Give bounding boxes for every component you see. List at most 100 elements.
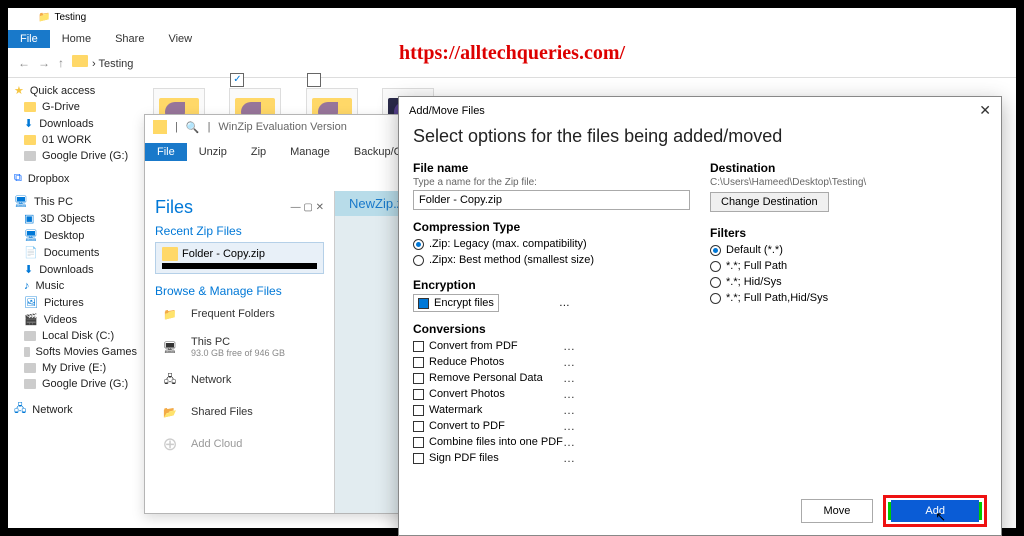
wz-tab-zip[interactable]: Zip: [239, 143, 278, 161]
download-icon: ⬇: [24, 263, 33, 276]
more-icon[interactable]: …: [563, 451, 575, 465]
close-icon[interactable]: ✕: [979, 102, 991, 119]
up-icon[interactable]: ↑: [58, 56, 64, 70]
browse-this-pc[interactable]: 🖥This PC93.0 GB free of 946 GB: [155, 330, 324, 364]
sidebar-item-softs[interactable]: Softs Movies Games: [8, 344, 143, 360]
browse-frequent-folders[interactable]: 📁Frequent Folders: [155, 298, 324, 330]
dialog-footer: Move Add↖: [801, 495, 987, 527]
pc-icon: 🖥: [157, 337, 183, 357]
browse-add-cloud[interactable]: ⊕Add Cloud: [155, 428, 324, 460]
disk-icon: [24, 331, 36, 341]
sidebar-dropbox[interactable]: ⧉Dropbox: [8, 170, 143, 187]
more-icon[interactable]: …: [563, 403, 575, 417]
radio-icon: [710, 261, 721, 272]
tab-file[interactable]: File: [8, 30, 50, 48]
more-icon[interactable]: …: [563, 419, 575, 433]
sidebar-item-google-drive2[interactable]: Google Drive (G:): [8, 376, 143, 392]
wz-tab-unzip[interactable]: Unzip: [187, 143, 239, 161]
more-icon[interactable]: …: [563, 387, 575, 401]
sidebar-item-desktop[interactable]: 🖥Desktop: [8, 227, 143, 244]
desktop-icon: 🖥: [24, 229, 38, 242]
browse-shared-files[interactable]: 📂Shared Files: [155, 396, 324, 428]
sidebar-item-local-c[interactable]: Local Disk (C:): [8, 328, 143, 344]
radio-filter-hidsys[interactable]: *.*; Hid/Sys: [710, 274, 987, 290]
back-icon[interactable]: ←: [18, 56, 30, 70]
more-icon[interactable]: …: [563, 371, 575, 385]
sidebar-this-pc[interactable]: 🖥This PC: [8, 193, 143, 210]
filename-sub: Type a name for the Zip file:: [413, 177, 690, 188]
disk-icon: [24, 347, 30, 357]
check-combine-pdf[interactable]: Combine files into one PDF…: [413, 434, 690, 450]
check-remove-personal[interactable]: Remove Personal Data…: [413, 370, 690, 386]
browse-heading: Browse & Manage Files: [155, 284, 324, 298]
radio-filter-full-hidsys[interactable]: *.*; Full Path,Hid/Sys: [710, 290, 987, 306]
dialog-heading: Select options for the files being added…: [399, 124, 1001, 155]
check-encrypt-files[interactable]: Encrypt files: [413, 294, 499, 312]
sidebar-quick-access[interactable]: ★Quick access: [8, 82, 143, 99]
radio-icon: [710, 245, 721, 256]
change-destination-button[interactable]: Change Destination: [710, 192, 829, 212]
search-icon[interactable]: [186, 121, 200, 134]
sidebar-item-pictures[interactable]: 🖼Pictures: [8, 294, 143, 311]
check-watermark[interactable]: Watermark…: [413, 402, 690, 418]
star-icon: ★: [14, 84, 24, 97]
sidebar-item-music[interactable]: ♪Music: [8, 278, 143, 294]
browse-network[interactable]: 🖧Network: [155, 364, 324, 396]
check-convert-photos[interactable]: Convert Photos…: [413, 386, 690, 402]
tab-view[interactable]: View: [156, 30, 204, 48]
add-icon: ⊕: [157, 434, 183, 454]
sidebar-network[interactable]: 🖧Network: [8, 398, 143, 421]
check-sign-pdf[interactable]: Sign PDF files…: [413, 450, 690, 466]
radio-icon: [413, 255, 424, 266]
folder-icon: [24, 102, 36, 112]
sidebar-item-documents[interactable]: 📄Documents: [8, 244, 143, 261]
sidebar-item-downloads[interactable]: ⬇Downloads: [8, 115, 143, 132]
titlebar-path: Testing: [54, 12, 86, 23]
radio-filter-default[interactable]: Default (*.*): [710, 242, 987, 258]
recent-zip-item[interactable]: Folder - Copy.zip: [155, 242, 324, 274]
check-convert-from-pdf[interactable]: Convert from PDF…: [413, 338, 690, 354]
dropbox-icon: ⧉: [14, 172, 22, 185]
compression-label: Compression Type: [413, 220, 690, 234]
recent-heading: Recent Zip Files: [155, 224, 324, 238]
check-convert-to-pdf[interactable]: Convert to PDF…: [413, 418, 690, 434]
check-reduce-photos[interactable]: Reduce Photos…: [413, 354, 690, 370]
shared-icon: 📂: [157, 402, 183, 422]
sidebar-item-gdrive[interactable]: G-Drive: [8, 99, 143, 115]
folder-icon: [24, 135, 36, 145]
more-icon[interactable]: …: [559, 297, 570, 309]
radio-filter-fullpath[interactable]: *.*; Full Path: [710, 258, 987, 274]
sidebar-item-work[interactable]: 01 WORK: [8, 132, 143, 148]
sidebar-item-videos[interactable]: 🎬Videos: [8, 311, 143, 328]
panel-controls[interactable]: — ▢ ✕: [291, 202, 324, 213]
more-icon[interactable]: …: [563, 435, 575, 449]
tab-share[interactable]: Share: [103, 30, 156, 48]
radio-zipx-best[interactable]: .Zipx: Best method (smallest size): [413, 252, 690, 268]
tab-home[interactable]: Home: [50, 30, 103, 48]
files-heading: Files: [155, 197, 193, 218]
sidebar-item-downloads2[interactable]: ⬇Downloads: [8, 261, 143, 278]
checkbox-icon: [413, 373, 424, 384]
filename-input[interactable]: [413, 190, 690, 210]
dialog-left-column: File name Type a name for the Zip file: …: [413, 155, 690, 466]
forward-icon[interactable]: →: [38, 56, 50, 70]
sidebar-item-google-drive[interactable]: Google Drive (G:): [8, 148, 143, 164]
checkbox-icon: [413, 357, 424, 368]
sidebar-item-my-drive[interactable]: My Drive (E:): [8, 360, 143, 376]
wz-tab-manage[interactable]: Manage: [278, 143, 342, 161]
wz-tab-file[interactable]: File: [145, 143, 187, 161]
encryption-label: Encryption: [413, 278, 690, 292]
more-icon[interactable]: …: [563, 355, 575, 369]
checkbox-icon: [413, 421, 424, 432]
explorer-sidebar: ★Quick access G-Drive ⬇Downloads 01 WORK…: [8, 78, 143, 528]
checkbox-icon: [413, 437, 424, 448]
more-icon[interactable]: …: [563, 339, 575, 353]
sidebar-item-3d-objects[interactable]: ▣3D Objects: [8, 210, 143, 227]
checkbox-icon: [413, 389, 424, 400]
filters-label: Filters: [710, 226, 987, 240]
add-button-highlight: Add↖: [883, 495, 987, 527]
move-button[interactable]: Move: [801, 499, 874, 523]
breadcrumb[interactable]: › Testing: [72, 55, 133, 70]
add-button[interactable]: Add↖: [891, 500, 979, 522]
radio-zip-legacy[interactable]: .Zip: Legacy (max. compatibility): [413, 236, 690, 252]
